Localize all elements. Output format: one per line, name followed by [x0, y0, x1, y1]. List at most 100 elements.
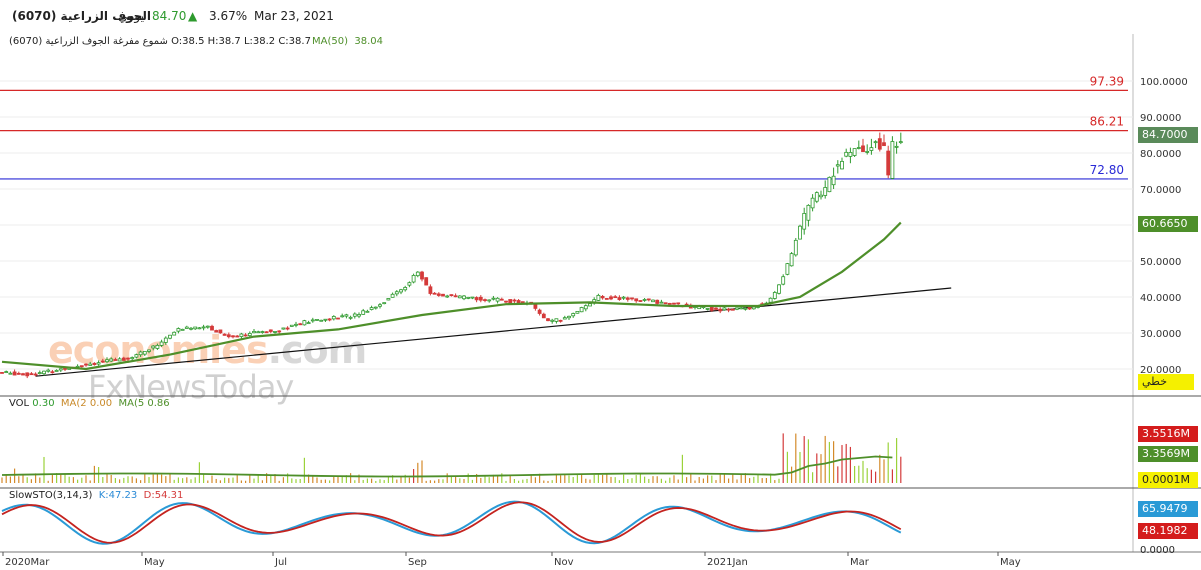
candle-body — [667, 302, 672, 305]
candle-body — [567, 315, 571, 319]
candle-body — [277, 330, 282, 333]
candle-body — [201, 326, 206, 329]
candle-body — [302, 320, 307, 326]
candle-body — [218, 329, 223, 334]
candle-body — [361, 310, 366, 315]
candle-body — [109, 358, 114, 362]
candle-body — [676, 302, 681, 305]
candle-body — [877, 138, 882, 150]
candle-body — [25, 372, 30, 377]
stock-chart[interactable]: 20.000030.000040.000050.000060.000070.00… — [0, 0, 1201, 570]
candle-body — [726, 308, 731, 311]
candle-body — [96, 362, 101, 365]
candle-body — [575, 311, 580, 314]
candle-body — [252, 330, 256, 334]
candle-body — [831, 175, 836, 186]
candle-body — [37, 372, 42, 375]
candle-body — [890, 141, 895, 179]
candle-body — [613, 296, 618, 299]
candle-body — [247, 333, 252, 336]
candle-body — [264, 331, 269, 334]
time-tick-label: May — [1000, 557, 1021, 568]
ma-value-tag: 60.6650 — [1138, 216, 1198, 232]
vol-ma5-name: MA(5 — [118, 398, 145, 409]
candle-body — [768, 297, 773, 303]
candle-body — [621, 296, 626, 299]
time-tick-label: Sep — [408, 557, 427, 568]
candle-body — [88, 363, 93, 366]
candle-body — [806, 204, 811, 221]
candlesticks — [0, 132, 903, 379]
candle-body — [399, 289, 403, 293]
candle-body — [886, 150, 891, 176]
candle-body — [634, 298, 639, 302]
candle-body — [365, 310, 370, 313]
candle-body — [159, 341, 164, 346]
stoch-d-line — [1, 501, 902, 544]
vol-ma5-value: 0.86 — [147, 398, 170, 409]
time-tick-label: May — [144, 557, 165, 568]
candle-body — [777, 284, 781, 294]
candle-body — [147, 349, 151, 352]
time-axis-ticks: 2020Mar May Jul Sep Nov 2021Jan Mar May — [2, 552, 1021, 568]
candle-body — [646, 298, 651, 301]
candle-body — [54, 369, 59, 372]
candle-body — [546, 318, 550, 322]
volume-tag-green: 3.3569M — [1138, 446, 1198, 462]
candle-body — [105, 359, 109, 363]
candle-body — [382, 302, 387, 305]
candle-body — [348, 316, 353, 319]
candle-body — [672, 302, 676, 305]
price-tick-label: 80.0000 — [1140, 149, 1181, 160]
horizontal-levels[interactable]: 97.39 86.21 72.80 — [0, 74, 1128, 180]
candle-body — [168, 334, 172, 339]
candle-body — [772, 292, 777, 299]
candle-body — [176, 328, 181, 332]
candle-body — [50, 371, 55, 374]
candle-body — [659, 301, 664, 304]
level-label: 86.21 — [1090, 115, 1124, 129]
candle-body — [155, 345, 160, 349]
candle-body — [533, 303, 538, 309]
candle-body — [798, 225, 802, 240]
candle-body — [226, 334, 231, 338]
time-tick-label: Nov — [554, 557, 574, 568]
candle-body — [193, 326, 198, 330]
stoch-k-value: 47.23 — [108, 490, 138, 501]
stoch-d-value: 54.31 — [154, 490, 184, 501]
candle-body — [197, 327, 202, 330]
scale-badge[interactable]: خطي — [1138, 374, 1194, 390]
candle-body — [130, 357, 135, 360]
candle-body — [319, 319, 324, 322]
candle-body — [861, 145, 865, 153]
candle-body — [373, 306, 378, 309]
candle-body — [470, 296, 475, 299]
candle-body — [369, 307, 374, 310]
candle-body — [478, 296, 483, 301]
candle-body — [407, 282, 412, 286]
candle-body — [424, 277, 429, 286]
candle-body — [781, 276, 786, 285]
candle-body — [327, 318, 332, 321]
candle-body — [84, 363, 88, 366]
candle-body — [844, 151, 849, 157]
candle-body — [92, 362, 97, 366]
candle-body — [793, 239, 798, 256]
candle-body — [4, 371, 9, 373]
volume-tag-yellow: 0.0001M — [1138, 472, 1198, 488]
candle-body — [499, 298, 504, 301]
volume-legend: VOL 0.30 MA(2 0.00 MA(5 0.86 — [9, 398, 170, 409]
candle-body — [256, 331, 261, 334]
candle-body — [541, 313, 546, 319]
candle-body — [210, 325, 214, 331]
candle-body — [42, 370, 46, 375]
time-tick-label: 2021Jan — [707, 557, 748, 568]
volume-tag-red: 3.5516M — [1138, 426, 1198, 442]
candle-body — [512, 299, 517, 302]
candle-body — [743, 307, 748, 310]
price-tick-label: 30.0000 — [1140, 329, 1181, 340]
candle-body — [869, 147, 874, 151]
level-label: 72.80 — [1090, 163, 1124, 177]
candle-body — [294, 323, 298, 326]
candle-body — [596, 294, 601, 301]
